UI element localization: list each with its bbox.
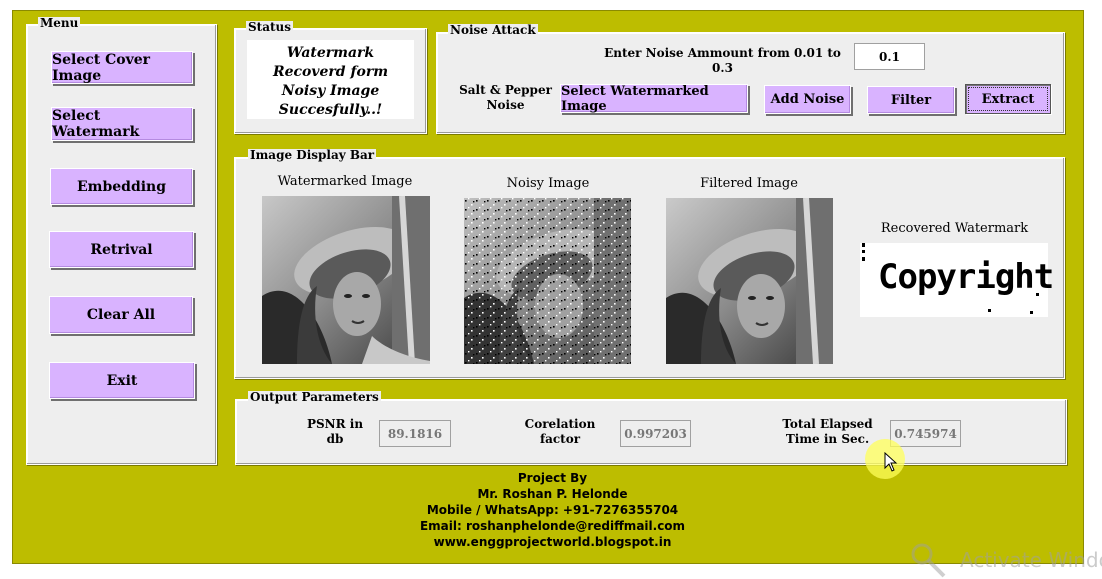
status-message: Watermark Recoverd form Noisy Image Succ… <box>272 45 389 118</box>
psnr-value-field: 89.1816 <box>379 420 451 447</box>
select-watermarked-image-button[interactable]: Select Watermarked Image <box>560 84 748 114</box>
embedding-button[interactable]: Embedding <box>50 168 193 205</box>
footer-mobile: Mobile / WhatsApp: +91-7276355704 <box>426 503 679 517</box>
filtered-image <box>666 198 833 364</box>
extract-button[interactable]: Extract <box>965 84 1051 114</box>
filtered-photo-graphic <box>666 198 833 364</box>
exit-button[interactable]: Exit <box>49 362 195 399</box>
key-icon <box>911 543 946 578</box>
app-window: Menu Select Cover Image Select Watermark… <box>0 0 1102 579</box>
footer-website: www.enggprojectworld.blogspot.in <box>433 535 672 549</box>
filtered-image-label: Filtered Image <box>700 176 798 191</box>
correlation-label: Corelation factor <box>524 417 596 446</box>
noise-amount-prompt: Enter Noise Ammount from 0.01 to 0.3 <box>604 46 841 75</box>
footer-email: Email: roshanphelonde@rediffmail.com <box>419 519 686 533</box>
salt-pepper-label: Salt & Pepper Noise <box>459 83 552 112</box>
elapsed-time-label: Total Elapsed Time in Sec. <box>782 417 873 446</box>
recovered-watermark-text: Copyright <box>878 257 1054 297</box>
retrival-button[interactable]: Retrival <box>49 231 194 268</box>
footer-credits: Project By Mr. Roshan P. Helonde Mobile … <box>235 470 870 550</box>
noisy-image <box>464 198 631 364</box>
clear-all-button[interactable]: Clear All <box>49 296 193 334</box>
watermark-noise-mark <box>862 243 868 261</box>
status-title: Status <box>246 20 294 34</box>
watermarked-image <box>262 196 430 364</box>
watermark-noise-dot <box>988 309 991 312</box>
footer-project-by: Project By <box>517 471 588 485</box>
recovered-watermark-label: Recovered Watermark <box>880 221 1029 236</box>
filter-button[interactable]: Filter <box>867 86 955 114</box>
status-box: Watermark Recoverd form Noisy Image Succ… <box>247 40 414 119</box>
add-noise-button[interactable]: Add Noise <box>764 85 851 114</box>
noisy-photo-graphic <box>464 198 631 364</box>
noise-amount-input[interactable]: 0.1 <box>854 43 925 70</box>
menu-title: Menu <box>38 16 81 30</box>
noisy-image-label: Noisy Image <box>506 176 590 191</box>
mouse-cursor-icon <box>884 452 898 472</box>
watermark-noise-dot <box>1036 293 1039 296</box>
image-display-title: Image Display Bar <box>248 148 377 162</box>
output-parameters-title: Output Parameters <box>248 390 381 404</box>
watermarked-image-label: Watermarked Image <box>277 174 413 189</box>
select-watermark-button[interactable]: Select Watermark <box>51 107 193 141</box>
watermark-noise-dot <box>1030 311 1033 314</box>
correlation-value-field: 0.997203 <box>620 420 691 447</box>
psnr-label: PSNR in db <box>306 417 364 446</box>
elapsed-time-value-field: 0.745974 <box>890 420 961 447</box>
select-cover-image-button[interactable]: Select Cover Image <box>51 51 193 84</box>
noise-attack-title: Noise Attack <box>448 23 538 37</box>
footer-author: Mr. Roshan P. Helonde <box>477 487 628 501</box>
activate-windows-watermark: Activate Windo <box>960 548 1102 572</box>
watermarked-photo-graphic <box>262 196 430 364</box>
recovered-watermark-image: Copyright <box>860 243 1054 317</box>
